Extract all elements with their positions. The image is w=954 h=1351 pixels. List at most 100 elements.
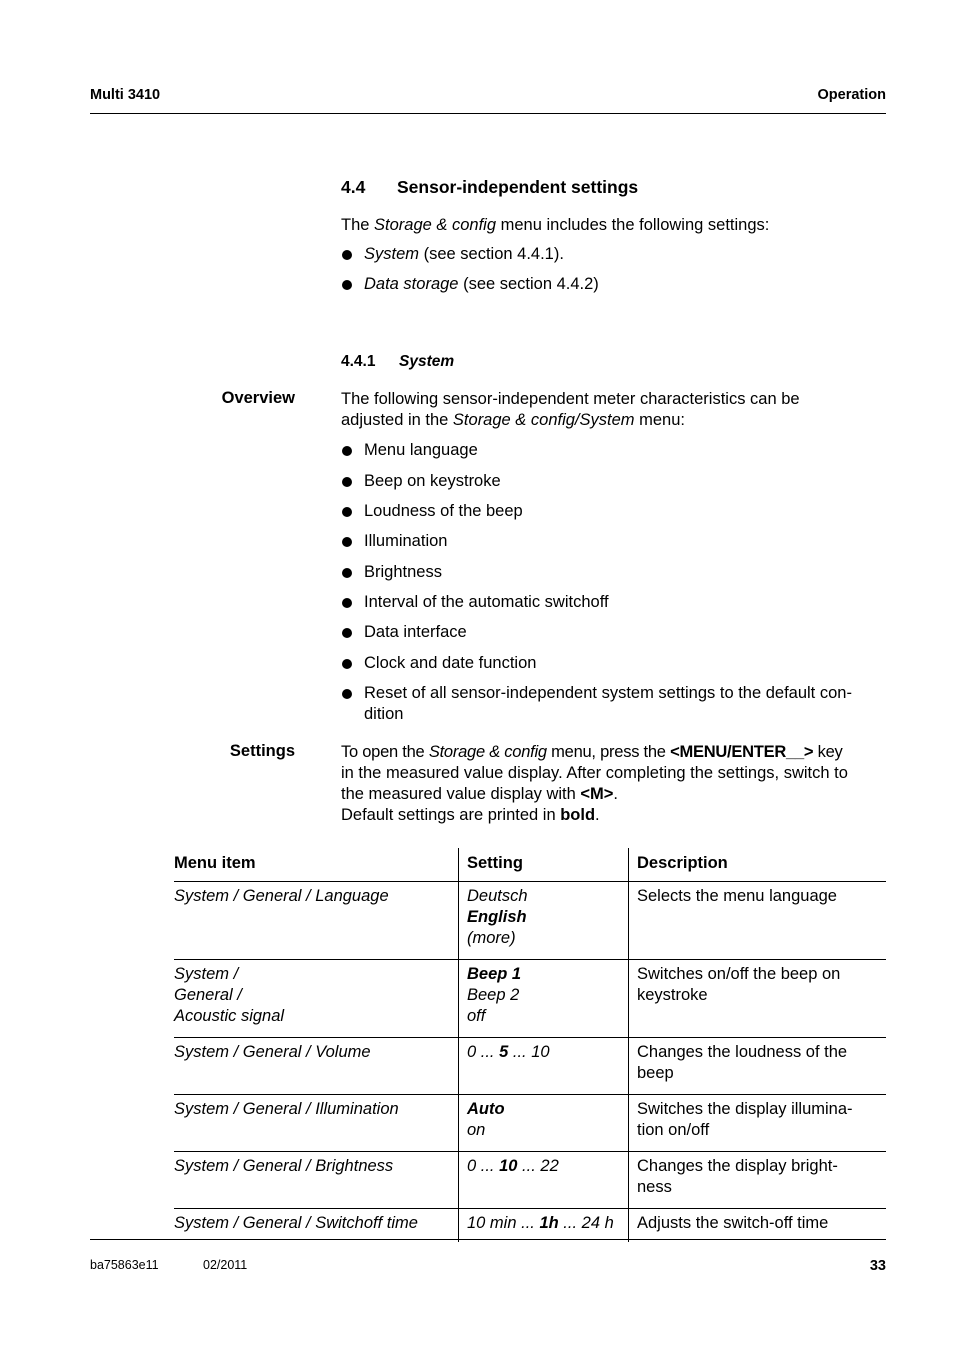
intro-menu-name: Storage & config bbox=[374, 216, 497, 234]
default-value: Beep 1 bbox=[467, 965, 522, 983]
subsection-number: 4.4.1 bbox=[341, 353, 376, 370]
setting-cell: 0 ... 10 ... 22 bbox=[458, 1151, 629, 1209]
bullet-text: (see section 4.4.2) bbox=[458, 275, 599, 293]
setting-option: (more) bbox=[467, 928, 620, 949]
settings-text: key bbox=[813, 743, 843, 761]
setting-value: ... 24 h bbox=[558, 1214, 614, 1232]
overview-line: adjusted in the Storage & config/System … bbox=[341, 410, 886, 431]
description-text: keystroke bbox=[637, 986, 708, 1004]
setting-option: on bbox=[467, 1120, 620, 1141]
description-cell: Selects the menu language bbox=[628, 881, 886, 960]
bullet-icon bbox=[342, 628, 352, 638]
overview-bullet: Beep on keystroke bbox=[341, 471, 886, 492]
overview-text: menu: bbox=[634, 411, 685, 429]
description-text: Adjusts the switch-off time bbox=[637, 1214, 829, 1232]
footer-rule bbox=[90, 1239, 886, 1240]
menu-item-path: System / bbox=[174, 965, 239, 983]
bullet-icon bbox=[342, 598, 352, 608]
default-value: Auto bbox=[467, 1100, 505, 1118]
menu-item-path: System / General / Language bbox=[174, 887, 389, 905]
setting-option: Auto bbox=[467, 1099, 620, 1120]
intro-text: The bbox=[341, 216, 375, 234]
description-cell: Changes the loudness of the beep bbox=[628, 1037, 886, 1095]
default-value: 5 bbox=[499, 1043, 509, 1061]
header-rule bbox=[90, 113, 886, 114]
menu-name: System bbox=[579, 411, 635, 429]
setting-cell: 10 min ... 1h ... 24 h bbox=[458, 1208, 629, 1242]
menu-item-cell: System / General / Switchoff time bbox=[174, 1209, 459, 1243]
settings-line: in the measured value display. After com… bbox=[341, 764, 848, 782]
setting-option: 0 ... 10 ... 22 bbox=[467, 1156, 620, 1177]
setting-value: off bbox=[467, 1007, 486, 1025]
overview-line: The following sensor-independent meter c… bbox=[341, 390, 800, 408]
footer-doc-id: ba75863e11 bbox=[90, 1258, 159, 1272]
menu-item-cell: System / General / Acoustic signal bbox=[174, 959, 459, 1038]
bullet-icon bbox=[342, 507, 352, 517]
default-value: 1h bbox=[539, 1214, 559, 1232]
overview-paragraph: The following sensor-independent meter c… bbox=[341, 389, 886, 431]
bullet-icon bbox=[342, 477, 352, 487]
table-row: System / General / Brightness 0 ... 10 ..… bbox=[174, 1151, 886, 1209]
key-name: <MENU/ENTER__> bbox=[670, 743, 814, 761]
description-text: Switches on/off the beep on bbox=[637, 965, 841, 983]
overview-bullet: Data interface bbox=[341, 622, 886, 643]
description-text: Changes the display bright- bbox=[637, 1157, 838, 1175]
intro-text: menu includes the following settings: bbox=[496, 216, 770, 234]
setting-cell: Auto on bbox=[458, 1094, 629, 1152]
footer-date: 02/2011 bbox=[203, 1258, 248, 1272]
bullet-icon bbox=[342, 568, 352, 578]
description-text: tion on/off bbox=[637, 1121, 710, 1139]
bullet-icon bbox=[342, 659, 352, 669]
setting-value: 10 min ... bbox=[467, 1214, 540, 1232]
bullet-icon bbox=[342, 250, 352, 260]
header-chapter-name: Operation bbox=[817, 87, 886, 103]
intro-bullet-system: System (see section 4.4.1). bbox=[341, 244, 886, 265]
default-value: 10 bbox=[499, 1157, 518, 1175]
setting-option: 0 ... 5 ... 10 bbox=[467, 1042, 620, 1063]
overview-bullet: Illumination bbox=[341, 531, 886, 552]
settings-text: Default settings are printed in bbox=[341, 806, 561, 824]
menu-item-path: System / General / Brightness bbox=[174, 1157, 394, 1175]
description-text: Selects the menu language bbox=[637, 887, 837, 905]
settings-side-label: Settings bbox=[229, 742, 295, 760]
setting-option: Deutsch bbox=[467, 886, 620, 907]
menu-item-path: System / General / Volume bbox=[174, 1043, 371, 1061]
settings-line: the measured value display with <M>. bbox=[341, 784, 889, 805]
setting-option: English bbox=[467, 907, 620, 928]
table-header-row: Menu item Setting Description bbox=[174, 848, 886, 882]
settings-text: . bbox=[613, 785, 619, 803]
column-header-setting: Setting bbox=[458, 848, 629, 882]
menu-item-cell: System / General / Illumination bbox=[174, 1094, 459, 1152]
bullet-text: Interval of the automatic switchoff bbox=[364, 593, 609, 611]
settings-paragraph: To open the Storage & config menu, press… bbox=[341, 742, 889, 826]
settings-table: Menu item Setting Description System / G… bbox=[174, 848, 886, 1242]
menu-item-cell: System / General / Volume bbox=[174, 1037, 459, 1095]
overview-bullet: Brightness bbox=[341, 562, 886, 583]
settings-text: the measured value display with bbox=[341, 785, 581, 803]
setting-value: (more) bbox=[467, 929, 516, 947]
menu-item-cell: System / General / Brightness bbox=[174, 1151, 459, 1209]
description-text: ness bbox=[637, 1178, 672, 1196]
overview-bullet: Clock and date function bbox=[341, 653, 886, 674]
page-number: 33 bbox=[869, 1258, 886, 1274]
bullet-text: Clock and date function bbox=[364, 654, 537, 672]
setting-value: 0 ... bbox=[467, 1157, 500, 1175]
column-header-menu-item: Menu item bbox=[174, 848, 459, 882]
setting-value: Deutsch bbox=[467, 887, 528, 905]
bullet-icon bbox=[342, 446, 352, 456]
section-number: 4.4 bbox=[341, 177, 366, 197]
overview-bullet: Reset of all sensor-independent system s… bbox=[341, 683, 886, 725]
default-value: English bbox=[467, 908, 527, 926]
table-row: System / General / Illumination Auto on Swi… bbox=[174, 1094, 886, 1152]
menu-name: Storage & config bbox=[428, 743, 547, 761]
table-row: System / General / Switchoff time 10 min … bbox=[174, 1208, 886, 1243]
setting-value: 0 ... bbox=[467, 1043, 500, 1061]
bullet-text: Illumination bbox=[364, 532, 448, 550]
setting-option: Beep 2 bbox=[467, 985, 620, 1006]
description-text: Changes the loudness of the bbox=[637, 1043, 848, 1061]
description-cell: Switches the display illumina-tion on/of… bbox=[628, 1094, 886, 1152]
bullet-text: Reset of all sensor-independent system s… bbox=[364, 684, 852, 702]
settings-text: To open the bbox=[341, 743, 429, 761]
bullet-italic: System bbox=[364, 245, 420, 263]
subsection-heading: 4.4.1 System bbox=[341, 353, 454, 371]
